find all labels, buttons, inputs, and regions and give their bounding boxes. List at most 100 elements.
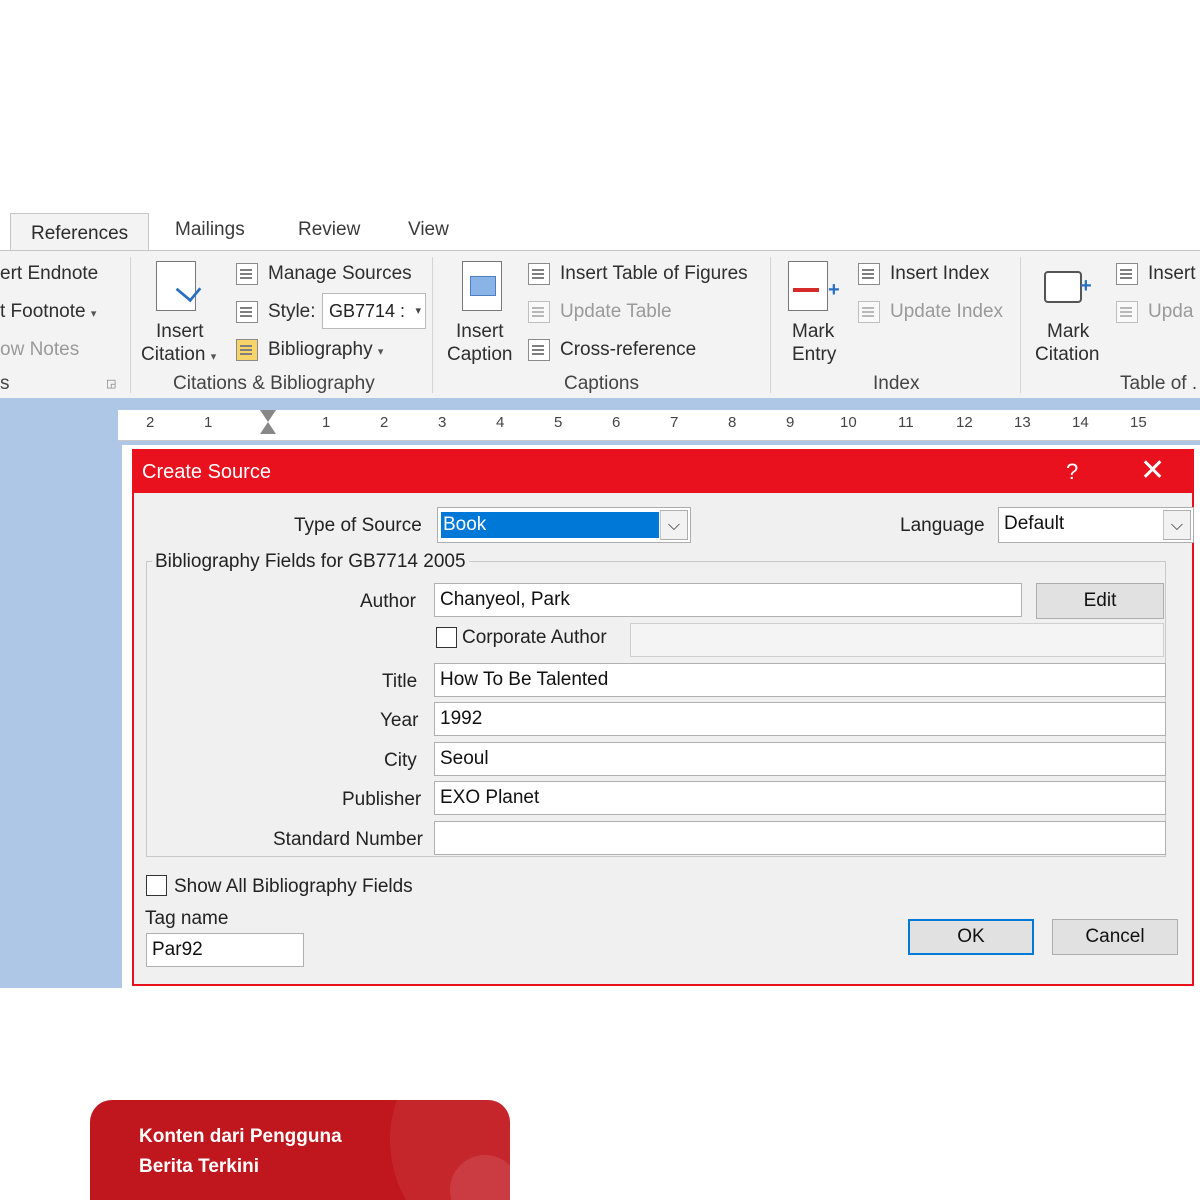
ruler-number: 6 — [612, 414, 621, 431]
captions-group-label: Captions — [564, 373, 639, 394]
ruler-number: 15 — [1130, 414, 1147, 431]
dialog-launcher-icon[interactable]: ◲ — [106, 377, 116, 390]
chevron-down-icon: ▾ — [90, 308, 97, 320]
author-input[interactable]: Chanyeol, Park — [434, 583, 1022, 617]
content-badge: Konten dari Pengguna Berita Terkini — [90, 1100, 510, 1200]
corporate-author-checkbox[interactable] — [436, 627, 457, 648]
type-of-source-value: Book — [441, 512, 659, 538]
create-source-dialog: Create Source ? ✕ Type of Source Book ⌵ … — [132, 449, 1194, 986]
publisher-label: Publisher — [342, 789, 422, 810]
tag-name-input[interactable]: Par92 — [146, 933, 304, 967]
ruler-number: 2 — [146, 414, 155, 431]
insert-caption-icon — [462, 261, 502, 311]
insert-citation-button[interactable]: Insert — [156, 321, 204, 343]
insert-index-button[interactable]: Insert Index — [890, 263, 989, 285]
help-icon[interactable]: ? — [1066, 459, 1078, 485]
chevron-down-icon[interactable]: ⌵ — [1163, 510, 1191, 540]
indent-marker-icon[interactable] — [258, 410, 278, 440]
insert-caption-button-line2[interactable]: Caption — [447, 344, 513, 366]
ruler-number: 13 — [1014, 414, 1031, 431]
mark-entry-button[interactable]: Mark — [792, 321, 834, 343]
type-of-source-label: Type of Source — [294, 515, 422, 536]
chevron-down-icon: ▾ — [377, 346, 384, 358]
next-footnote-label: t Footnote — [0, 301, 86, 322]
ruler-number: 1 — [204, 414, 213, 431]
ruler-number: 4 — [496, 414, 505, 431]
plus-icon: + — [828, 279, 840, 301]
table-of-authorities-group-label: Table of . — [1120, 373, 1198, 394]
style-dropdown[interactable]: GB7714 : ▾ — [322, 293, 426, 329]
tab-review[interactable]: Review — [298, 219, 360, 241]
corporate-author-input[interactable] — [630, 623, 1164, 657]
mark-citation-button[interactable]: Mark — [1047, 321, 1089, 343]
ruler-number: 10 — [840, 414, 857, 431]
ruler-number: 9 — [786, 414, 795, 431]
show-all-fields-checkbox[interactable] — [146, 875, 167, 896]
corporate-author-label: Corporate Author — [462, 627, 607, 648]
mark-citation-button-line2[interactable]: Citation — [1035, 344, 1099, 366]
ruler-number: 2 — [380, 414, 389, 431]
title-input[interactable]: How To Be Talented — [434, 663, 1166, 697]
chevron-down-icon[interactable]: ⌵ — [660, 510, 688, 540]
city-input[interactable]: Seoul — [434, 742, 1166, 776]
standard-number-label: Standard Number — [273, 829, 423, 850]
ok-button[interactable]: OK — [908, 919, 1034, 955]
footnotes-group-label: s — [0, 373, 10, 394]
update-index-icon — [858, 301, 880, 323]
tag-name-label: Tag name — [145, 908, 229, 929]
insert-endnote-button[interactable]: ert Endnote — [0, 263, 98, 285]
ruler-number: 1 — [322, 414, 331, 431]
tab-view[interactable]: View — [408, 219, 449, 241]
insert-table-of-authorities-button[interactable]: Insert — [1148, 263, 1196, 285]
edit-author-button[interactable]: Edit — [1036, 583, 1164, 619]
update-table-of-authorities-icon — [1116, 301, 1138, 323]
ruler-number: 11 — [898, 414, 914, 431]
close-icon[interactable]: ✕ — [1140, 455, 1165, 487]
language-select[interactable]: Default ⌵ — [998, 507, 1194, 543]
type-of-source-select[interactable]: Book ⌵ — [437, 507, 691, 543]
group-separator — [130, 257, 131, 393]
horizontal-ruler[interactable]: 2 1 1 2 3 4 5 6 7 8 9 10 11 12 13 14 15 — [118, 410, 1200, 441]
style-icon — [236, 301, 258, 323]
group-separator — [770, 257, 771, 393]
ruler-number: 5 — [554, 414, 563, 431]
update-table-icon — [528, 301, 550, 323]
dialog-title-bar[interactable]: Create Source ? ✕ — [134, 451, 1192, 493]
title-label: Title — [382, 671, 418, 692]
manage-sources-button[interactable]: Manage Sources — [268, 263, 412, 285]
update-table-button[interactable]: Update Table — [560, 301, 672, 323]
author-label: Author — [360, 591, 416, 612]
tab-references[interactable]: References — [10, 213, 150, 254]
standard-number-input[interactable] — [434, 821, 1166, 855]
cross-reference-icon — [528, 339, 550, 361]
index-group-label: Index — [873, 373, 920, 394]
bibliography-icon — [236, 339, 258, 361]
show-notes-button[interactable]: ow Notes — [0, 339, 79, 361]
bibliography-label: Bibliography — [268, 339, 373, 360]
insert-table-of-figures-button[interactable]: Insert Table of Figures — [560, 263, 748, 285]
style-value: GB7714 : — [329, 301, 406, 321]
ribbon-tab-bar: References Mailings Review View — [0, 205, 1200, 254]
year-label: Year — [380, 710, 419, 731]
update-table-of-authorities-button[interactable]: Upda — [1148, 301, 1193, 323]
manage-sources-icon — [236, 263, 258, 285]
bibliography-button[interactable]: Bibliography ▾ — [268, 339, 383, 361]
language-value: Default — [1004, 513, 1065, 534]
insert-table-of-authorities-icon — [1116, 263, 1138, 285]
insert-citation-button-line2[interactable]: Citation ▾ — [141, 344, 216, 366]
insert-caption-button[interactable]: Insert — [456, 321, 504, 343]
mark-entry-button-line2[interactable]: Entry — [792, 344, 836, 366]
year-input[interactable]: 1992 — [434, 702, 1166, 736]
badge-line-2: Berita Terkini — [139, 1156, 260, 1177]
ribbon: ert Endnote t Footnote ▾ ow Notes s ◲ In… — [0, 250, 1200, 400]
update-index-button[interactable]: Update Index — [890, 301, 1003, 323]
language-label: Language — [900, 515, 985, 536]
group-separator — [432, 257, 433, 393]
ruler-number: 12 — [956, 414, 973, 431]
next-footnote-button[interactable]: t Footnote ▾ — [0, 301, 96, 323]
publisher-input[interactable]: EXO Planet — [434, 781, 1166, 815]
cross-reference-button[interactable]: Cross-reference — [560, 339, 696, 361]
tab-mailings[interactable]: Mailings — [175, 219, 245, 241]
ruler-number: 14 — [1072, 414, 1089, 431]
cancel-button[interactable]: Cancel — [1052, 919, 1178, 955]
